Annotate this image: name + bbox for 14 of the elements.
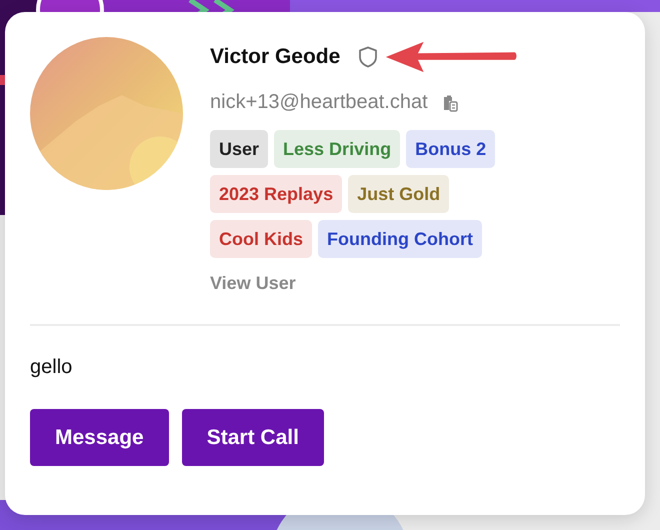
tag: Less Driving <box>274 130 400 168</box>
clipboard-icon[interactable] <box>442 94 458 112</box>
tag: Cool Kids <box>210 220 312 258</box>
tag: Just Gold <box>348 175 450 213</box>
tag: User <box>210 130 268 168</box>
shield-icon <box>358 46 378 68</box>
bio-text: gello <box>30 356 74 379</box>
user-name: Victor Geode <box>210 45 340 69</box>
tag: Founding Cohort <box>318 220 482 258</box>
email-address: nick+13@heartbeat.chat <box>210 91 428 114</box>
tag: Bonus 2 <box>406 130 496 168</box>
action-button[interactable]: Message <box>30 409 169 466</box>
action-button[interactable]: Start Call <box>182 409 324 466</box>
tag: 2023 Replays <box>210 175 342 213</box>
